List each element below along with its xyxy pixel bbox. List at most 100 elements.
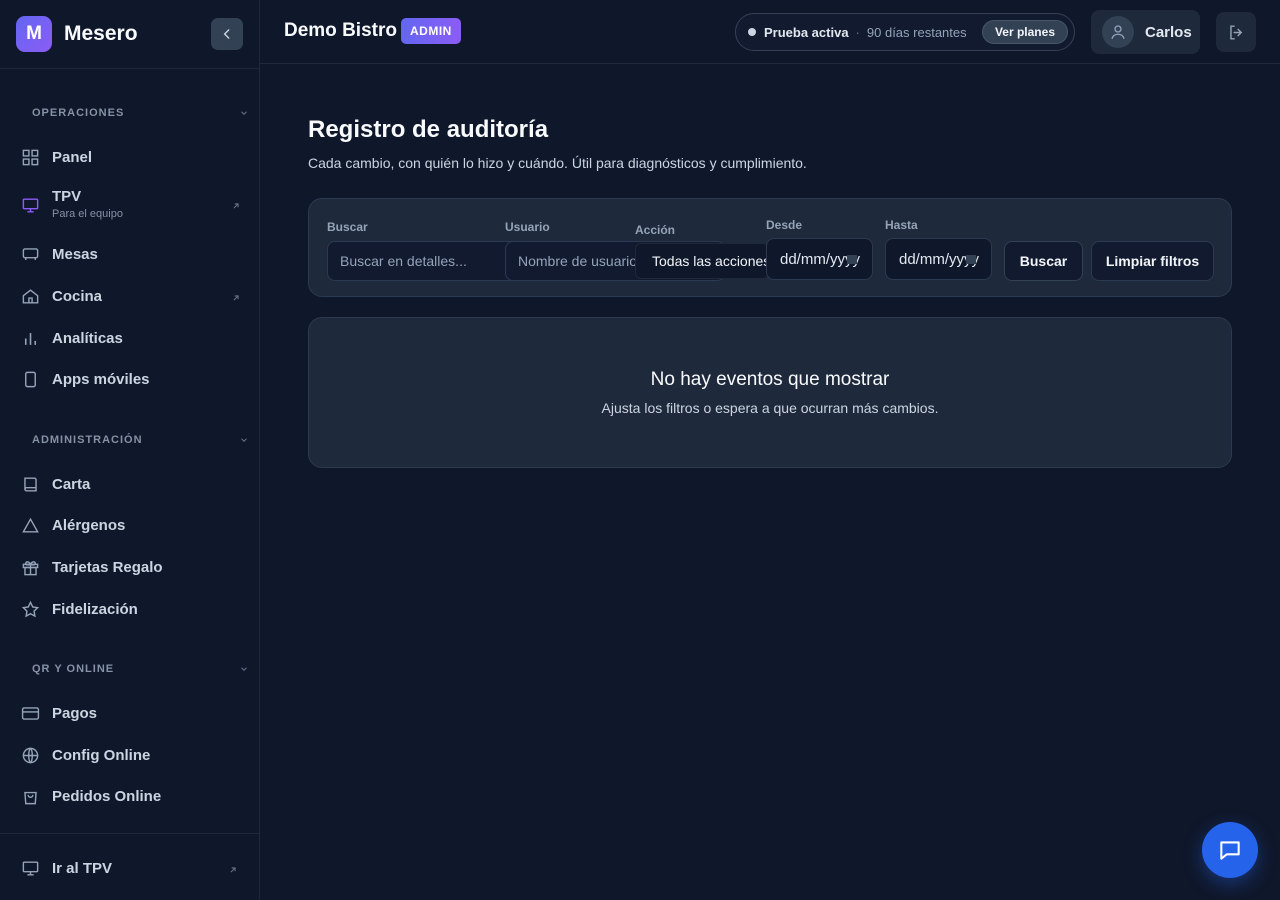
to-date-input[interactable]: dd/mm/yyyy (885, 238, 992, 280)
sidebar-item-label: Tarjetas Regalo (52, 558, 163, 576)
status-dot-icon (748, 28, 756, 36)
external-link-icon (231, 198, 241, 215)
bar-chart-icon (20, 328, 40, 348)
smartphone-icon (20, 369, 40, 389)
sidebar-item-mesas[interactable]: Mesas (20, 244, 241, 264)
home-icon (20, 286, 40, 306)
section-header-administracion[interactable]: ADMINISTRACIÓN (32, 432, 249, 448)
avatar (1102, 16, 1134, 48)
shopping-bag-icon (20, 786, 40, 806)
filters-card: Buscar Usuario Acción Todas las acciones… (308, 198, 1232, 297)
sidebar-item-label: Panel (52, 148, 93, 166)
sidebar-item-fidelizacion[interactable]: Fidelización (20, 599, 241, 619)
section-title: OPERACIONES (32, 107, 125, 119)
sidebar-item-cocina[interactable]: Cocina (20, 286, 241, 306)
logout-button[interactable] (1216, 12, 1256, 52)
chevron-down-icon (241, 111, 247, 115)
search-label: Buscar (327, 220, 368, 234)
business-name: Demo Bistro (284, 20, 397, 41)
app-root: M Mesero OPERACIONES Panel TPV Para el e… (0, 0, 1280, 900)
trial-separator: · (855, 24, 860, 40)
sidebar-item-tarjetas-regalo[interactable]: Tarjetas Regalo (20, 557, 241, 577)
empty-state-title: No hay eventos que mostrar (650, 369, 890, 390)
sidebar-item-pagos[interactable]: Pagos (20, 703, 241, 723)
sidebar-header: M Mesero (0, 0, 259, 69)
sidebar-item-label: Mesas (52, 245, 98, 263)
chevron-down-icon (241, 438, 247, 442)
from-date-input[interactable]: dd/mm/yyyy (766, 238, 873, 280)
logout-icon (1229, 24, 1242, 40)
calendar-icon (847, 255, 857, 264)
section-title: QR Y ONLINE (32, 663, 115, 675)
sidebar-item-label: Fidelización (52, 600, 138, 618)
user-label: Usuario (505, 220, 550, 234)
action-select[interactable]: Todas las acciones (635, 243, 769, 279)
trial-status-pill: Prueba activa · 90 días restantes Ver pl… (735, 13, 1075, 51)
trial-remaining: 90 días restantes (866, 24, 967, 40)
collapse-sidebar-button[interactable] (211, 18, 243, 50)
sidebar-item-tpv[interactable]: TPV Para el equipo (20, 188, 241, 220)
sidebar-item-label: Ir al TPV (52, 859, 113, 877)
table-icon (20, 244, 40, 264)
book-icon (20, 474, 40, 494)
sidebar-item-label: Alérgenos (52, 516, 126, 534)
empty-state-subtitle: Ajusta los filtros o espera a que ocurra… (601, 400, 939, 416)
sidebar-nav: OPERACIONES Panel TPV Para el equipo Mes… (0, 70, 259, 833)
star-icon (20, 599, 40, 619)
section-header-qr-online[interactable]: QR Y ONLINE (32, 661, 249, 677)
search-button[interactable]: Buscar (1004, 241, 1083, 281)
sidebar-item-label: Cocina (52, 287, 103, 305)
sidebar-item-panel[interactable]: Panel (20, 147, 241, 167)
section-header-operaciones[interactable]: OPERACIONES (32, 105, 249, 121)
brand-name: Mesero (64, 22, 138, 45)
gift-icon (20, 557, 40, 577)
user-icon (1111, 25, 1125, 39)
sidebar-item-text: TPV Para el equipo (52, 188, 123, 220)
empty-state-card: No hay eventos que mostrar Ajusta los fi… (308, 317, 1232, 468)
sidebar-item-sublabel: Para el equipo (52, 208, 123, 220)
grid-icon (20, 147, 40, 167)
view-plans-button[interactable]: Ver planes (981, 20, 1068, 44)
sidebar-item-alergenos[interactable]: Alérgenos (20, 515, 241, 535)
sidebar-item-label: Pagos (52, 704, 98, 722)
sidebar-item-label: Apps móviles (52, 370, 150, 388)
chat-button[interactable] (1202, 822, 1258, 878)
brand-logo[interactable]: M (16, 16, 52, 52)
sidebar-item-label: Pedidos Online (52, 787, 162, 805)
sidebar-item-pedidos-online[interactable]: Pedidos Online (20, 786, 241, 806)
user-menu-button[interactable]: Carlos (1091, 10, 1200, 54)
action-label: Acción (635, 223, 676, 237)
to-date-label: Hasta (885, 218, 918, 232)
go-to-tpv-link[interactable]: Ir al TPV (20, 858, 241, 878)
monitor-icon (20, 858, 40, 878)
brand-logo-letter: M (26, 23, 42, 44)
trial-status: Prueba activa (764, 24, 849, 40)
external-link-icon (231, 290, 241, 307)
clear-filters-button[interactable]: Limpiar filtros (1091, 241, 1214, 281)
sidebar-item-label: TPV (52, 188, 82, 205)
sidebar-footer: Ir al TPV (0, 833, 259, 900)
sidebar-item-config-online[interactable]: Config Online (20, 745, 241, 765)
sidebar-item-analiticas[interactable]: Analíticas (20, 328, 241, 348)
page-title: Registro de auditoría (308, 116, 549, 143)
chevron-left-icon (223, 29, 230, 39)
role-badge: ADMIN (401, 18, 461, 44)
monitor-icon (20, 195, 40, 215)
page-subtitle: Cada cambio, con quién lo hizo y cuándo.… (308, 155, 807, 171)
from-date-label: Desde (766, 218, 803, 232)
credit-card-icon (20, 703, 40, 723)
external-link-icon (228, 862, 238, 879)
chevron-down-icon (241, 667, 247, 671)
sidebar-item-apps-moviles[interactable]: Apps móviles (20, 369, 241, 389)
sidebar-item-label: Config Online (52, 746, 151, 764)
globe-icon (20, 745, 40, 765)
sidebar-item-carta[interactable]: Carta (20, 474, 241, 494)
sidebar-item-label: Carta (52, 475, 91, 493)
chat-icon (1220, 841, 1240, 860)
calendar-icon (966, 255, 976, 264)
section-title: ADMINISTRACIÓN (32, 434, 143, 446)
user-name: Carlos (1145, 23, 1192, 41)
topbar: Demo Bistro ADMIN Prueba activa · 90 día… (260, 0, 1280, 64)
warning-icon (20, 515, 40, 535)
sidebar-item-label: Analíticas (52, 329, 123, 347)
